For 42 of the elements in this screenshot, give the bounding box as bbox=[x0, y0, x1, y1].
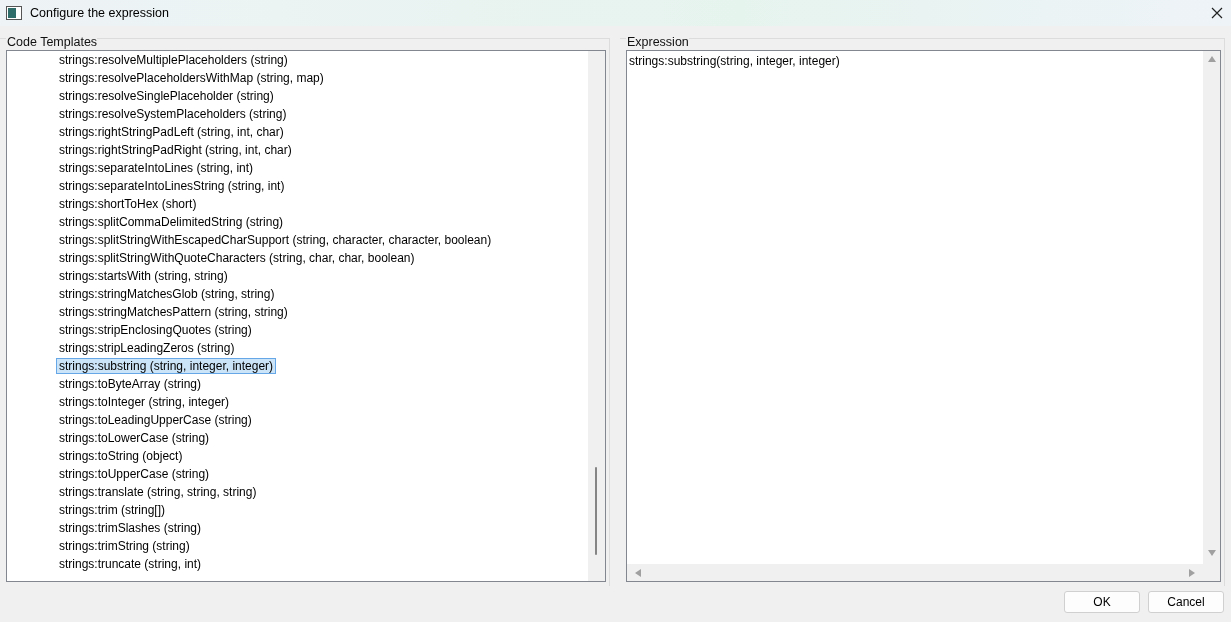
template-item[interactable]: strings:trimString (string) bbox=[56, 538, 193, 554]
template-item[interactable]: strings:stripEnclosingQuotes (string) bbox=[56, 322, 255, 338]
scrollbar-thumb[interactable] bbox=[594, 467, 597, 555]
scroll-right-icon[interactable] bbox=[1189, 568, 1195, 577]
template-item[interactable]: strings:stringMatchesGlob (string, string) bbox=[56, 286, 278, 302]
window-title: Configure the expression bbox=[30, 6, 170, 20]
template-item[interactable]: strings:trim (string[]) bbox=[56, 502, 168, 518]
dialog-button[interactable]: Cancel bbox=[1148, 591, 1224, 613]
template-item[interactable]: strings:toInteger (string, integer) bbox=[56, 394, 233, 410]
template-item[interactable]: strings:rightStringPadRight (string, int, char) bbox=[56, 142, 295, 158]
template-item[interactable]: strings:toByteArray (string) bbox=[56, 376, 205, 392]
template-item[interactable]: strings:startsWith (string, string) bbox=[56, 268, 231, 284]
scroll-left-icon[interactable] bbox=[634, 568, 641, 577]
template-item[interactable]: strings:rightStringPadLeft (string, int, char) bbox=[56, 124, 287, 140]
template-item[interactable]: strings:separateIntoLines (string, int) bbox=[56, 160, 257, 176]
scrollbar[interactable] bbox=[626, 564, 1203, 581]
template-item[interactable]: strings:trimSlashes (string) bbox=[56, 520, 205, 536]
template-item[interactable]: strings:translate (string, string, string) bbox=[56, 484, 260, 500]
template-item[interactable]: strings:truncate (string, int) bbox=[56, 556, 205, 572]
template-item[interactable]: strings:splitStringWithEscapedCharSupport (string, character, character, boolean) bbox=[56, 232, 495, 248]
template-item[interactable]: strings:resolveSinglePlaceholder (string) bbox=[56, 88, 277, 104]
scroll-down-icon[interactable] bbox=[1207, 550, 1216, 556]
template-item[interactable]: strings:resolveSystemPlaceholders (string) bbox=[56, 106, 290, 122]
template-item[interactable]: strings:toUpperCase (string) bbox=[56, 466, 213, 482]
template-item[interactable]: strings:toLowerCase (string) bbox=[56, 430, 213, 446]
template-item[interactable]: strings:toLeadingUpperCase (string) bbox=[56, 412, 255, 428]
scrollbar[interactable] bbox=[587, 51, 605, 581]
template-item[interactable]: strings:splitCommaDelimitedString (string) bbox=[56, 214, 287, 230]
dialog-button[interactable]: OK bbox=[1064, 591, 1140, 613]
template-item[interactable]: strings:splitStringWithQuoteCharacters (string, char, char, boolean) bbox=[56, 250, 418, 266]
template-item[interactable]: strings:separateIntoLinesString (string, int) bbox=[56, 178, 288, 194]
template-item[interactable]: strings:resolveMultiplePlaceholders (string) bbox=[56, 52, 291, 68]
scrollbar[interactable] bbox=[1203, 51, 1220, 564]
template-item[interactable]: strings:stripLeadingZeros (string) bbox=[56, 340, 238, 356]
close-icon[interactable] bbox=[1211, 7, 1223, 19]
app-icon bbox=[6, 6, 22, 20]
scroll-up-icon[interactable] bbox=[1207, 56, 1216, 62]
template-item[interactable]: strings:toString (object) bbox=[56, 448, 186, 464]
template-item[interactable]: strings:stringMatchesPattern (string, string) bbox=[56, 304, 291, 320]
template-item[interactable]: strings:substring (string, integer, integer) bbox=[56, 358, 277, 374]
template-item[interactable]: strings:shortToHex (short) bbox=[56, 196, 200, 212]
template-item[interactable]: strings:resolvePlaceholdersWithMap (string, map) bbox=[56, 70, 327, 86]
